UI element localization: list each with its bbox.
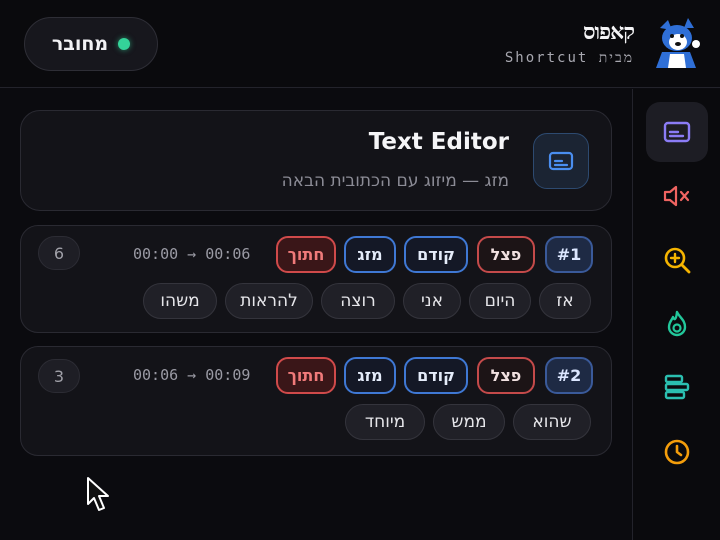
word-chip[interactable]: מיוחד: [345, 404, 425, 440]
subtitles-icon: [663, 121, 691, 143]
brand-subtitle: מבית Shortcut: [504, 49, 634, 66]
status-dot-icon: [118, 38, 131, 50]
flame-icon: [667, 310, 687, 337]
clock-icon: [664, 439, 690, 465]
editor-title: Text Editor: [368, 129, 509, 155]
status-label: מחובר: [51, 33, 109, 55]
previous-button[interactable]: קודם: [404, 357, 468, 394]
brand-name: קאפוס: [582, 18, 635, 45]
word-chip[interactable]: אז: [539, 283, 591, 319]
subtitle-segment: #1 פצל קודם מזג חתוך 00:00 → 00:06 6 אז …: [20, 225, 612, 333]
mouse-pointer-icon: [87, 477, 109, 511]
sidebar-item-history[interactable]: [646, 422, 708, 482]
sidebar-item-effects[interactable]: [646, 294, 708, 354]
subtitle-segment: #2 פצל קודם מזג חתוך 00:06 → 00:09 3 שהו…: [20, 346, 612, 456]
connection-status-button[interactable]: מחובר: [24, 17, 158, 71]
header: מחובר קאפוס מבית Shortcut: [0, 0, 720, 88]
word-chip[interactable]: היום: [469, 283, 531, 319]
editor-subtitle: מזג — מיזוג עם הכתובית הבאה: [281, 171, 509, 191]
word-chip[interactable]: רוצה: [321, 283, 395, 319]
mute-icon: [663, 185, 690, 207]
word-count-badge: 3: [38, 359, 80, 393]
subtitles-icon: [548, 151, 574, 171]
merge-button[interactable]: מזג: [344, 236, 396, 273]
word-count-badge: 6: [38, 236, 80, 270]
sidebar-item-timeline[interactable]: [646, 357, 708, 417]
segment-timing: 00:00 → 00:06: [133, 245, 251, 263]
zoom-in-icon: [664, 247, 691, 274]
sidebar-item-subtitles[interactable]: [646, 102, 708, 162]
timeline-icon: [664, 374, 690, 400]
word-chip[interactable]: משהו: [143, 283, 217, 319]
text-editor-card: Text Editor מזג — מיזוג עם הכתובית הבאה: [20, 110, 612, 211]
segment-id-badge: #1: [545, 236, 593, 273]
brand: קאפוס מבית Shortcut: [505, 14, 702, 70]
word-chip[interactable]: אני: [403, 283, 461, 319]
previous-button[interactable]: קודם: [404, 236, 468, 273]
word-chip[interactable]: להראות: [225, 283, 313, 319]
sidebar-item-mute[interactable]: [646, 166, 708, 226]
segment-id-badge: #2: [545, 357, 593, 394]
husky-logo-icon: [656, 18, 700, 68]
split-button[interactable]: פצל: [477, 236, 535, 273]
editor-icon-box: [533, 133, 589, 189]
segment-timing: 00:06 → 00:09: [133, 366, 251, 384]
word-chip[interactable]: ממש: [433, 404, 505, 440]
word-chip[interactable]: שהוא: [513, 404, 591, 440]
split-button[interactable]: פצל: [477, 357, 535, 394]
sidebar: [632, 89, 720, 540]
cut-button[interactable]: חתוך: [276, 236, 336, 273]
sidebar-item-zoom[interactable]: [646, 230, 708, 290]
merge-button[interactable]: מזג: [344, 357, 396, 394]
cut-button[interactable]: חתוך: [276, 357, 336, 394]
